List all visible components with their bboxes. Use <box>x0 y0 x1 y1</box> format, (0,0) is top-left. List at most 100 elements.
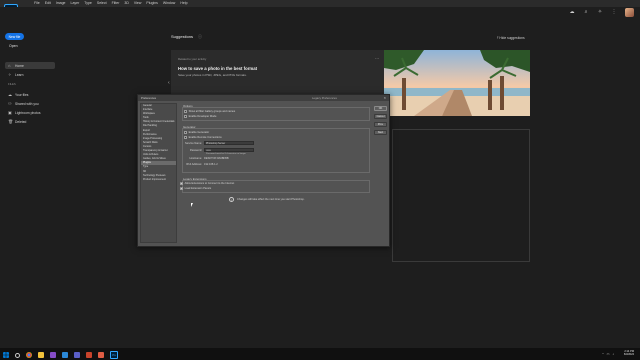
developer-mode-checkbox[interactable]: Enable Developer Mode <box>184 115 216 118</box>
category-list: General Interface Workspace Tools Histor… <box>140 103 177 243</box>
sidebar-item-lightroom[interactable]: ▣ Lightroom photos <box>5 109 55 116</box>
grid-icon[interactable]: ⋮ <box>611 10 617 15</box>
ipv4-value: 192.168.1.2 <box>204 163 218 166</box>
restart-info-text: Changes will take effect the next time y… <box>237 198 305 201</box>
people-icon: ⚇ <box>8 100 12 106</box>
app-icon[interactable] <box>86 352 92 358</box>
menu-items: Ps File Edit Image Layer Type Select Fil… <box>25 1 187 5</box>
checkbox[interactable] <box>184 136 187 139</box>
password-input[interactable]: •••••• <box>204 148 254 152</box>
avatar[interactable] <box>625 8 634 17</box>
info-icon[interactable]: ⓘ <box>198 34 202 40</box>
show-filter-gallery-checkbox[interactable]: Show all filter Gallery groups and names <box>184 110 235 113</box>
chrome-icon[interactable] <box>26 352 32 358</box>
vs-code-icon[interactable] <box>62 352 68 358</box>
next-button[interactable]: Next <box>374 130 387 135</box>
card-description: Save your photos in PSD, JPEG, and PNG f… <box>178 73 247 77</box>
git-icon[interactable] <box>98 352 104 358</box>
sidebar-item-label: Lightroom photos <box>15 110 41 115</box>
left-sidebar: New file Open ⌂ Home ✧ Learn FILES ☁ You… <box>0 7 62 348</box>
explorer-icon[interactable] <box>38 352 44 358</box>
mouse-cursor <box>191 203 193 207</box>
checkbox[interactable] <box>184 131 187 134</box>
checkbox[interactable] <box>184 110 187 113</box>
hostname-row: Hostname: DESKTOP-8A6BFBB <box>182 157 228 160</box>
dialog-title: Preferences <box>141 96 157 100</box>
menu-edit[interactable]: Edit <box>45 1 51 5</box>
home-icon: ⌂ <box>8 62 11 68</box>
sidebar-item-your-files[interactable]: ☁ Your files <box>5 91 55 98</box>
menu-image[interactable]: Image <box>56 1 66 5</box>
cancel-button[interactable]: Cancel <box>374 114 387 119</box>
service-name-input[interactable]: Photoshop Server <box>204 141 254 145</box>
checkbox-label: Enable Developer Mode <box>188 115 217 118</box>
allow-extensions-internet-checkbox[interactable]: ✓ Allow Extensions to Connect to the Int… <box>180 182 234 185</box>
field-label: Password: <box>189 148 202 152</box>
ok-button[interactable]: OK <box>374 106 387 111</box>
checkbox-label: Allow Extensions to Connect to the Inter… <box>184 182 235 185</box>
menu-type[interactable]: Type <box>84 1 92 5</box>
sidebar-item-shared[interactable]: ⚇ Shared with you <box>5 100 55 107</box>
sidebar-item-deleted[interactable]: 🗑 Deleted <box>5 118 55 125</box>
system-tray: ^ ▭ ♪ <box>602 352 614 356</box>
checkbox-checked[interactable]: ✓ <box>180 187 183 190</box>
load-extension-panels-checkbox[interactable]: ✓ Load Extension Panels <box>180 187 211 190</box>
info-icon: i <box>229 197 234 202</box>
chevron-up-icon[interactable]: ^ <box>602 352 603 356</box>
more-options-icon[interactable]: ··· <box>375 56 379 61</box>
category-product-improvement[interactable]: Product Improvement <box>141 178 176 182</box>
open-button[interactable]: Open <box>9 44 18 48</box>
enable-remote-connections-checkbox[interactable]: Enable Remote Connections <box>184 136 222 139</box>
menu-plugins[interactable]: Plugins <box>146 1 157 5</box>
prev-button[interactable]: Prev <box>374 122 387 127</box>
new-file-button[interactable]: New file <box>5 33 24 40</box>
field-label: IPv4 Address: <box>185 163 202 166</box>
lightbulb-icon[interactable]: ✧ <box>597 10 603 15</box>
sidebar-item-label: Learn <box>15 72 24 77</box>
beach-boardwalk-image <box>384 50 530 116</box>
checkbox-checked[interactable]: ✓ <box>180 182 183 185</box>
teams-icon[interactable] <box>74 352 80 358</box>
cloud-icon[interactable]: ☁ <box>569 10 575 15</box>
vs-icon[interactable] <box>50 352 56 358</box>
taskbar-clock[interactable]: 2:14 PM 6/3/2024 <box>624 350 634 357</box>
taskbar: Ps ^ ▭ ♪ 2:14 PM 6/3/2024 <box>0 348 640 360</box>
sidebar-item-home[interactable]: ⌂ Home <box>5 62 55 69</box>
menu-help[interactable]: Help <box>180 1 187 5</box>
menu-view[interactable]: View <box>134 1 142 5</box>
checkbox[interactable] <box>184 115 187 118</box>
hide-suggestions-button[interactable]: ⤒ Hide suggestions <box>497 36 525 40</box>
menu-window[interactable]: Window <box>163 1 175 5</box>
menu-file[interactable]: File <box>34 1 40 5</box>
chevron-left-icon[interactable]: ‹ <box>168 80 170 86</box>
menu-layer[interactable]: Layer <box>71 1 80 5</box>
sidebar-item-label: Your files <box>15 92 29 97</box>
field-label: Service Name: <box>184 141 202 145</box>
taskbar-icons: Ps <box>3 351 118 359</box>
sidebar-item-learn[interactable]: ✧ Learn <box>5 71 55 78</box>
close-icon[interactable]: × <box>384 95 386 100</box>
cloud-icon: ☁ <box>8 91 12 97</box>
legacy-preferences-label: Legacy Preferences <box>312 96 337 100</box>
sidebar-item-label: Home <box>15 63 24 68</box>
card-title: How to save a photo in the best format <box>178 66 258 71</box>
ipv4-row: IPv4 Address: 192.168.1.2 <box>182 163 218 166</box>
search-icon[interactable]: ⌕ <box>583 10 589 15</box>
service-name-row: Service Name: Photoshop Server <box>182 141 254 145</box>
enable-generator-checkbox[interactable]: Enable Generator <box>184 131 209 134</box>
checkbox-label: Enable Generator <box>188 131 210 134</box>
menu-select[interactable]: Select <box>97 1 107 5</box>
network-icon[interactable]: ▭ <box>607 352 610 356</box>
trash-icon: 🗑 <box>8 118 14 124</box>
photoshop-icon[interactable]: Ps <box>110 351 118 359</box>
volume-icon[interactable]: ♪ <box>613 352 615 356</box>
preferences-dialog: Preferences Legacy Preferences × General… <box>137 94 390 247</box>
windows-icon[interactable] <box>3 352 9 358</box>
menu-3d[interactable]: 3D <box>124 1 128 5</box>
clock-date: 6/3/2024 <box>623 353 634 357</box>
lightroom-icon: ▣ <box>8 109 12 115</box>
menu-filter[interactable]: Filter <box>112 1 120 5</box>
top-right-toolbar: ☁ ⌕ ✧ ⋮ <box>569 8 634 17</box>
dialog-title-bar[interactable]: Preferences Legacy Preferences × <box>138 95 389 101</box>
search-icon[interactable] <box>15 352 20 358</box>
